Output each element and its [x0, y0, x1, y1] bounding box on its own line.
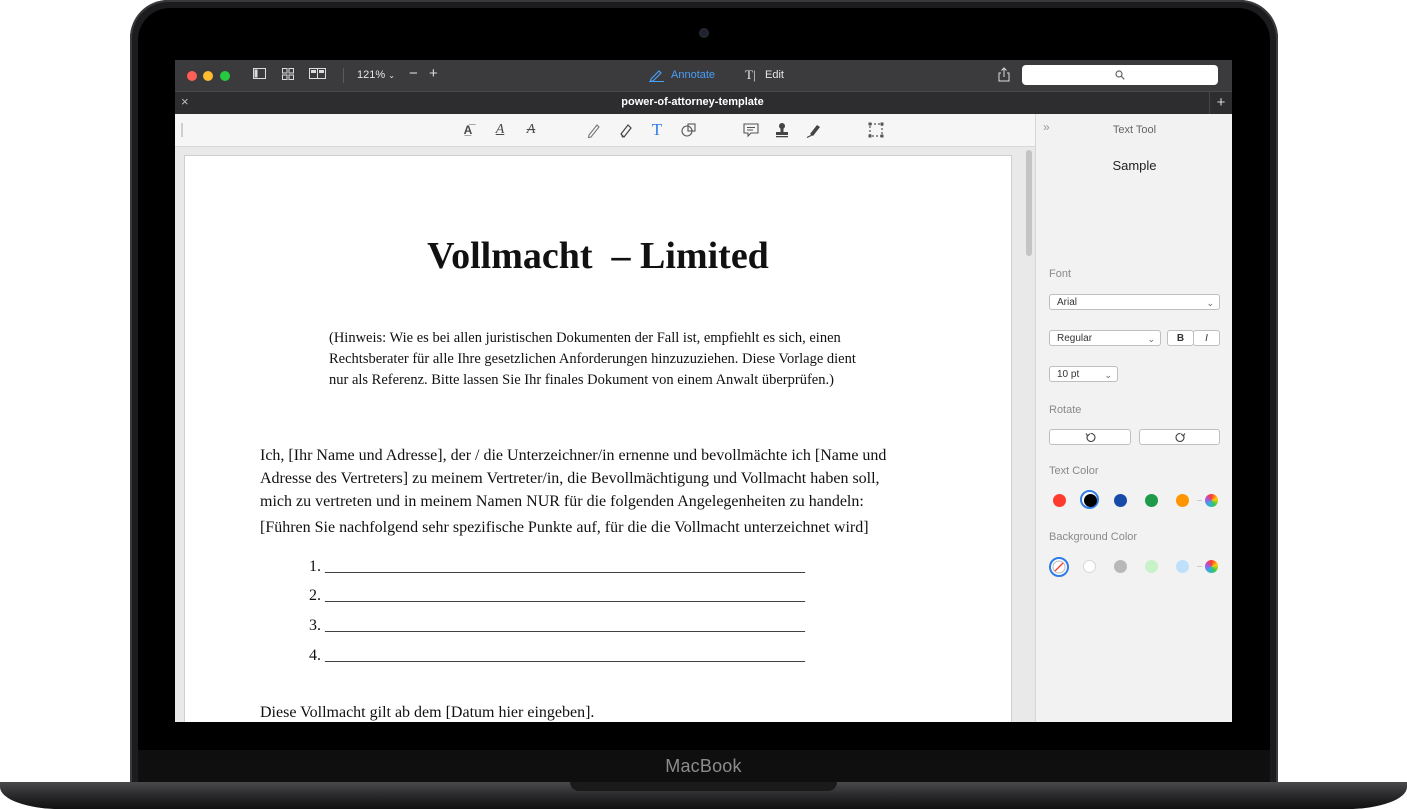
- rotate-left-icon: [1085, 432, 1096, 443]
- background-color-label: Background Color: [1049, 531, 1138, 543]
- text-tool-panel: » Text Tool Sample Font Arial ⌄ Regular ⌄ …: [1035, 114, 1232, 722]
- text-color-green[interactable]: [1145, 494, 1158, 507]
- zoom-in-button[interactable]: +: [429, 66, 438, 81]
- tab-bar: × power-of-attorney-template +: [175, 91, 1232, 114]
- rotate-label: Rotate: [1049, 404, 1082, 416]
- stamp-icon[interactable]: [773, 121, 791, 139]
- zoom-level: 121%: [357, 69, 386, 81]
- font-style-select[interactable]: Regular ⌄: [1049, 330, 1161, 346]
- text-color-label: Text Color: [1049, 465, 1099, 477]
- rotate-left-button[interactable]: [1049, 429, 1131, 445]
- background-color-mint[interactable]: [1145, 560, 1158, 573]
- font-size-select[interactable]: 10 pt ⌄: [1049, 366, 1118, 382]
- search-input[interactable]: [1022, 65, 1218, 85]
- document-page[interactable]: Vollmacht – Limited (Hinweis: Wie es bei…: [185, 156, 1011, 722]
- text-color-blue[interactable]: [1114, 494, 1127, 507]
- italic-button[interactable]: I: [1193, 330, 1220, 346]
- chevron-down-icon: ⌄: [1147, 334, 1155, 344]
- annotation-toolbar: A̲̅ A A T: [175, 114, 1035, 147]
- text-color-selected-ring[interactable]: [1080, 490, 1099, 509]
- title-bar: 121% ⌄ − + Annotate T| Edit: [175, 60, 1232, 91]
- font-label: Font: [1049, 268, 1072, 280]
- background-color-white[interactable]: [1083, 560, 1096, 573]
- font-style-value: Regular: [1057, 333, 1093, 344]
- color-picker-wheel-icon[interactable]: [1205, 560, 1218, 573]
- zoom-select[interactable]: 121% ⌄: [357, 69, 395, 82]
- two-page-view-icon[interactable]: [309, 68, 326, 79]
- list-item: 2. _____________________________________…: [309, 587, 805, 604]
- pencil-icon[interactable]: [585, 121, 603, 139]
- color-picker-wheel-icon[interactable]: [1205, 494, 1218, 507]
- app-window: 121% ⌄ − + Annotate T| Edit × power-of-a…: [175, 60, 1232, 722]
- signature-pen-icon[interactable]: [805, 121, 823, 139]
- no-color-selected-button[interactable]: [1049, 557, 1069, 577]
- document-title: Vollmacht – Limited: [427, 235, 769, 277]
- body-line: Ich, [Ihr Name und Adresse], der / die U…: [260, 447, 887, 464]
- shapes-icon[interactable]: [680, 121, 698, 139]
- selection-icon[interactable]: [867, 121, 885, 139]
- swatch-divider: [1197, 566, 1202, 567]
- minimize-window-button[interactable]: [203, 71, 213, 81]
- body-line: mich zu vertreten und in meinem Namen NU…: [260, 493, 864, 510]
- swatch-divider: [1197, 500, 1202, 501]
- list-item: 1. _____________________________________…: [309, 558, 805, 575]
- text-color-orange[interactable]: [1176, 494, 1189, 507]
- font-sample-preview: Sample: [1112, 158, 1157, 173]
- list-item: 4. _____________________________________…: [309, 647, 805, 664]
- font-family-select[interactable]: Arial ⌄: [1049, 294, 1220, 310]
- bold-button[interactable]: B: [1167, 330, 1194, 346]
- background-color-light-blue[interactable]: [1176, 560, 1189, 573]
- rotate-right-icon: [1175, 432, 1186, 443]
- laptop-notch: [570, 782, 837, 791]
- note-line: nur als Referenz. Bitte lassen Sie Ihr f…: [329, 372, 834, 388]
- text-tool-icon[interactable]: T: [648, 121, 666, 139]
- zoom-window-button[interactable]: [220, 71, 230, 81]
- search-icon: [1115, 70, 1125, 80]
- toolbar-handle[interactable]: [181, 123, 183, 137]
- no-color-icon: [1052, 560, 1066, 574]
- zoom-out-button[interactable]: −: [409, 66, 418, 81]
- toolbar-divider: [343, 68, 344, 83]
- vertical-scrollbar[interactable]: [1026, 150, 1032, 256]
- pen-icon: [649, 70, 664, 82]
- share-icon[interactable]: [998, 67, 1010, 82]
- panel-title: Text Tool: [1112, 124, 1157, 136]
- document-validity-line: Diese Vollmacht gilt ab dem [Datum hier …: [260, 704, 595, 721]
- underline-text-icon[interactable]: A: [491, 121, 509, 139]
- document-body-paragraph: Ich, [Ihr Name und Adresse], der / die U…: [260, 444, 960, 513]
- new-tab-button[interactable]: +: [1209, 92, 1232, 114]
- font-family-value: Arial: [1057, 297, 1078, 308]
- tab-title[interactable]: power-of-attorney-template: [175, 96, 1210, 108]
- document-viewport[interactable]: Vollmacht – Limited (Hinweis: Wie es bei…: [175, 147, 1035, 722]
- eraser-icon[interactable]: [617, 121, 635, 139]
- text-color-red[interactable]: [1053, 494, 1066, 507]
- close-window-button[interactable]: [187, 71, 197, 81]
- sidebar-toggle-icon[interactable]: [253, 68, 266, 79]
- rotate-right-button[interactable]: [1139, 429, 1220, 445]
- text-color-black: [1083, 493, 1097, 507]
- chevron-down-icon: ⌄: [1104, 370, 1112, 380]
- edit-mode-label: Edit: [765, 69, 784, 81]
- annotate-mode-label: Annotate: [671, 69, 716, 81]
- note-line: (Hinweis: Wie es bei allen juristischen …: [329, 330, 841, 346]
- strikethrough-text-icon[interactable]: A: [522, 121, 540, 139]
- chevron-down-icon: ⌄: [388, 71, 395, 80]
- highlight-text-icon[interactable]: A̲̅: [459, 121, 477, 139]
- body-line: Adresse des Vertreters] zu meinem Vertre…: [260, 470, 880, 487]
- laptop-brand: MacBook: [665, 756, 742, 776]
- note-comment-icon[interactable]: [742, 121, 760, 139]
- note-line: Rechtsberater für alle Ihre gesetzlichen…: [329, 351, 856, 367]
- chevron-down-icon: ⌄: [1206, 298, 1214, 308]
- list-item: 3. _____________________________________…: [309, 617, 805, 634]
- font-size-value: 10 pt: [1057, 369, 1080, 380]
- text-cursor-icon: T|: [745, 67, 756, 82]
- background-color-gray[interactable]: [1114, 560, 1127, 573]
- camera-icon: [700, 29, 708, 37]
- document-instruction: [Führen Sie nachfolgend sehr spezifische…: [260, 519, 869, 536]
- document-note: (Hinweis: Wie es bei allen juristischen …: [329, 328, 909, 391]
- grid-view-icon[interactable]: [282, 68, 294, 80]
